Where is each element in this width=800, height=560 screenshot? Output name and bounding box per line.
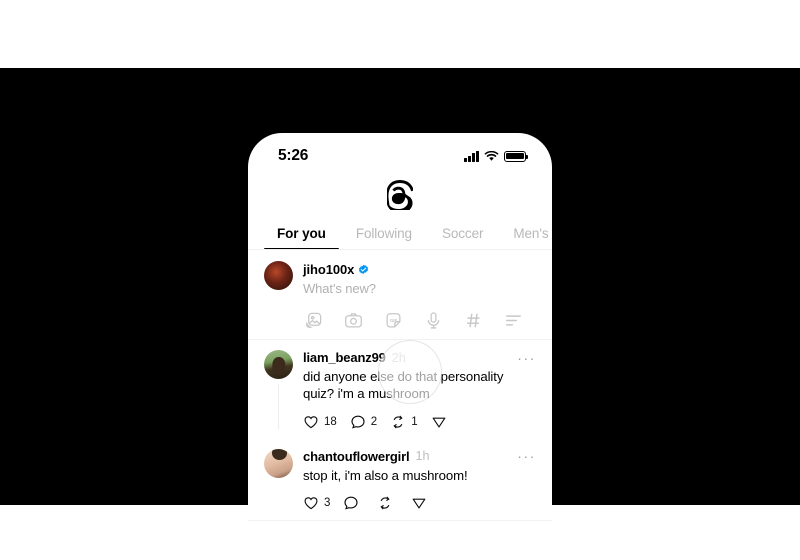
phone-screen: 5:26 For you Following Soccer Men's Fas (248, 133, 552, 560)
microphone-icon[interactable] (424, 311, 443, 330)
jiho100x-avatar[interactable] (264, 261, 293, 290)
svg-text:GIF: GIF (390, 318, 398, 323)
tab-for-you[interactable]: For you (262, 226, 341, 250)
composer-username[interactable]: jiho100x (303, 262, 354, 277)
share-icon (431, 414, 447, 430)
repost-icon (390, 414, 406, 430)
repost-icon (377, 495, 393, 511)
reply-icon (350, 414, 366, 430)
post-actions[interactable]: 18 2 1 (303, 414, 536, 430)
post-more-button[interactable]: ··· (517, 449, 536, 463)
hashtag-icon[interactable] (464, 311, 483, 330)
tabs-divider (248, 249, 552, 250)
status-bar: 5:26 (248, 133, 552, 173)
reply-button[interactable] (343, 495, 364, 511)
threads-logo-icon (387, 180, 413, 210)
repost-button[interactable] (377, 495, 398, 511)
composer-actions[interactable]: GIF (264, 296, 536, 330)
tab-following[interactable]: Following (341, 226, 427, 250)
app-logo-row (248, 173, 552, 217)
status-bar-clock: 5:26 (278, 147, 309, 164)
cellular-signal-icon (464, 150, 479, 162)
poll-icon[interactable] (504, 311, 523, 330)
feed-tabs[interactable]: For you Following Soccer Men's Fas (248, 217, 552, 250)
post-text: did anyone else do that personality quiz… (303, 369, 504, 402)
post-text: stop it, i'm also a mushroom! (303, 467, 468, 483)
chantouflowergirl-avatar[interactable] (264, 448, 293, 478)
reply-icon (343, 495, 359, 511)
like-button[interactable]: 3 (303, 495, 330, 511)
share-button[interactable] (431, 414, 452, 430)
photo-icon[interactable] (304, 311, 323, 330)
post-timestamp: 1h (415, 449, 430, 464)
share-icon (411, 495, 427, 511)
battery-icon (504, 150, 529, 162)
post-actions[interactable]: 3 (303, 495, 536, 511)
share-button[interactable] (411, 495, 432, 511)
like-icon (303, 414, 319, 430)
liam-beanz99-avatar[interactable] (264, 350, 293, 379)
post-more-button[interactable]: ··· (517, 351, 536, 365)
post-item[interactable]: chantouflowergirl 1h ··· stop it, i'm al… (248, 439, 552, 520)
reply-button[interactable]: 2 (350, 414, 377, 430)
post-item[interactable]: liam_beanz99 2h ··· did anyone else do t… (248, 340, 552, 439)
post-composer[interactable]: jiho100x What's new? GIF (248, 250, 552, 339)
like-count: 18 (324, 415, 337, 428)
tab-soccer[interactable]: Soccer (427, 226, 498, 250)
thread-connector-line (277, 384, 280, 430)
post-username[interactable]: chantouflowergirl (303, 449, 410, 464)
repost-button[interactable]: 1 (390, 414, 418, 430)
feed-divider (248, 520, 552, 522)
like-icon (303, 495, 319, 511)
post-timestamp: 2h (391, 350, 406, 365)
tab-mens-fashion[interactable]: Men's Fas (498, 226, 552, 250)
composer-placeholder[interactable]: What's new? (303, 281, 536, 296)
like-button[interactable]: 18 (303, 414, 337, 430)
post-username[interactable]: liam_beanz99 (303, 350, 386, 365)
verified-badge-icon (359, 264, 369, 275)
wifi-icon (484, 150, 499, 161)
reply-count: 2 (370, 415, 378, 428)
like-count: 3 (324, 497, 331, 510)
repost-count: 1 (411, 415, 418, 428)
gif-icon[interactable]: GIF (384, 311, 403, 330)
camera-icon[interactable] (344, 311, 363, 330)
status-bar-icons (464, 150, 529, 162)
